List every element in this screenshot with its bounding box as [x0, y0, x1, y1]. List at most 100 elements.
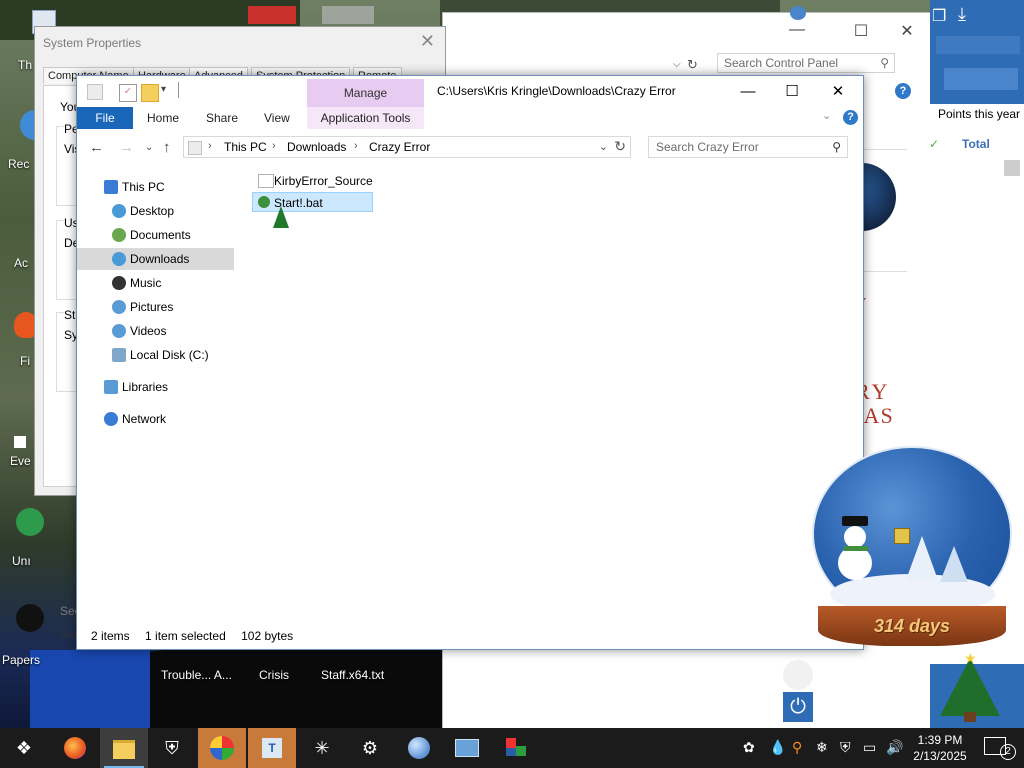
window-icon[interactable]: ❐ — [932, 6, 946, 26]
snow-globe-widget[interactable]: 314 days — [810, 446, 1014, 666]
nav-item-videos[interactable]: Videos — [77, 320, 234, 342]
taskbar-file-explorer[interactable] — [100, 728, 148, 768]
desktop-icon-label[interactable]: Staff.x64.txt — [321, 668, 384, 682]
volume-icon[interactable]: 🔊 — [886, 739, 903, 756]
window-title: C:\Users\Kris Kringle\Downloads\Crazy Er… — [437, 84, 676, 98]
breadcrumb-this-pc[interactable]: This PC — [224, 140, 267, 154]
desktop-icon-label[interactable]: Trouble... A... — [161, 668, 232, 682]
close-button[interactable]: ✕ — [815, 78, 861, 106]
panel-button[interactable] — [944, 68, 1018, 90]
notification-button[interactable]: 2 — [980, 728, 1024, 768]
list-item[interactable]: Start!.bat — [252, 192, 373, 212]
app-circle-icon[interactable] — [16, 508, 44, 536]
tray-app-icon[interactable]: ✿ — [743, 739, 755, 756]
minimize-button[interactable]: — — [777, 21, 817, 43]
chevron-down-icon[interactable]: ⌵ — [673, 59, 681, 70]
refresh-icon[interactable]: ↻ — [687, 57, 698, 73]
chevron-down-icon[interactable]: ⌄ — [822, 109, 831, 122]
desktop-icon — [112, 204, 126, 218]
taskbar: ❖ ⛨ T ✳ ⚙ ✿ 💧 ⚲ ❄ ⛨ ▭ 🔊 1:39 PM 2/13/202… — [0, 728, 1024, 768]
desktop-icon-label[interactable]: Rec — [8, 157, 29, 171]
chevron-down-icon[interactable]: ⌄ — [599, 140, 608, 153]
nav-item-this-pc[interactable]: This PC — [77, 176, 234, 198]
desktop-icon-label[interactable]: Unı — [12, 554, 31, 568]
status-bar: 2 items 1 item selected 102 bytes — [91, 629, 305, 643]
taskbar-app-star[interactable]: ✳ — [298, 728, 346, 768]
back-button[interactable]: ← — [89, 139, 104, 156]
power-icon[interactable]: ⏻ — [783, 692, 813, 722]
pin-icon[interactable]: ⤓ — [958, 4, 966, 25]
chevron-right-icon[interactable]: › — [272, 140, 276, 152]
tab-share[interactable]: Share — [206, 107, 238, 129]
tab-view[interactable]: View — [264, 107, 290, 129]
disk-icon — [112, 348, 126, 362]
taskbar-app-colorful[interactable] — [198, 728, 246, 768]
desktop-icon-label[interactable]: Papers — [2, 653, 40, 667]
refresh-icon[interactable]: ↻ — [614, 138, 626, 155]
desktop-icon-label[interactable]: Fi — [20, 354, 30, 368]
minimize-button[interactable]: — — [725, 78, 771, 106]
start-button[interactable]: ❖ — [0, 728, 48, 768]
taskbar-app-globe[interactable] — [394, 728, 442, 768]
recent-locations-icon[interactable]: ⌄ — [145, 142, 153, 153]
tray-snowflake-icon[interactable]: ❄ — [816, 739, 828, 756]
nav-item-network[interactable]: Network — [77, 408, 234, 430]
app-dark-icon[interactable] — [16, 604, 44, 632]
tray-drop-icon[interactable]: 💧 — [769, 739, 786, 756]
breadcrumb-crazy-error[interactable]: Crazy Error — [369, 140, 430, 154]
file-explorer-window[interactable]: ✓ ▾ Manage Application Tools C:\Users\Kr… — [76, 75, 864, 650]
tray-search-icon[interactable]: ⚲ — [792, 739, 802, 756]
desktop-icon-label[interactable]: Ac — [14, 256, 28, 270]
nav-item-libraries[interactable]: Libraries — [77, 376, 234, 398]
maximize-button[interactable]: ☐ — [769, 78, 815, 106]
thumbnail-image — [322, 6, 374, 24]
help-icon[interactable]: ? — [843, 110, 858, 125]
dropdown-field[interactable] — [936, 36, 1020, 54]
list-item[interactable]: KirbyError_Source — [252, 171, 452, 191]
up-button[interactable]: ↑ — [163, 139, 171, 156]
control-panel-search-input[interactable]: Search Control Panel ⚲ — [717, 53, 895, 73]
qat-dropdown-icon[interactable]: ▾ — [161, 84, 177, 100]
close-button[interactable]: ✕ — [887, 21, 927, 43]
chevron-right-icon[interactable]: › — [354, 140, 358, 152]
manage-context-tab[interactable]: Manage — [307, 79, 424, 107]
address-bar[interactable]: › This PC › Downloads › Crazy Error ⌄ ↻ — [183, 136, 631, 158]
taskbar-firefox[interactable] — [50, 728, 98, 768]
breadcrumb-downloads[interactable]: Downloads — [287, 140, 346, 154]
tab-file[interactable]: File — [77, 107, 133, 129]
system-clock[interactable]: 1:39 PM 2/13/2025 — [905, 732, 975, 764]
maximize-button[interactable]: ☐ — [841, 21, 881, 43]
tab-home[interactable]: Home — [147, 107, 179, 129]
nav-item-downloads[interactable]: Downloads — [77, 248, 234, 270]
nav-item-local-disk[interactable]: Local Disk (C:) — [77, 344, 234, 366]
desktop-icon-label[interactable]: Th — [18, 58, 32, 72]
nav-item-pictures[interactable]: Pictures — [77, 296, 234, 318]
properties-icon[interactable]: ✓ — [119, 84, 137, 102]
search-icon: ⚲ — [832, 140, 841, 154]
documents-icon — [112, 228, 126, 242]
nav-item-music[interactable]: Music — [77, 272, 234, 294]
close-button[interactable]: ✕ — [420, 31, 435, 52]
taskbar-app-t[interactable]: T — [248, 728, 296, 768]
taskbar-app-monitor[interactable] — [442, 728, 490, 768]
network-icon[interactable]: ▭ — [863, 739, 876, 756]
taskbar-settings[interactable]: ⚙ — [346, 728, 394, 768]
forward-button[interactable]: → — [119, 139, 134, 156]
scrollbar-thumb[interactable] — [1004, 160, 1020, 176]
help-icon[interactable]: ? — [895, 83, 911, 99]
new-folder-icon[interactable] — [141, 84, 159, 102]
desktop-icon-label[interactable]: Eve — [10, 454, 31, 468]
desktop-icon-label[interactable]: Crisis — [259, 668, 289, 682]
firefox-icon — [64, 737, 86, 759]
taskbar-app-blocks[interactable] — [492, 728, 540, 768]
tab-application-tools[interactable]: Application Tools — [307, 107, 424, 129]
christmas-tree-widget[interactable]: ★ — [930, 650, 1010, 726]
power-circle[interactable] — [783, 660, 813, 690]
folder-small-icon — [87, 84, 103, 100]
nav-item-desktop[interactable]: Desktop — [77, 200, 234, 222]
chevron-right-icon[interactable]: › — [208, 140, 212, 152]
tray-shield-icon[interactable]: ⛨ — [840, 739, 851, 756]
taskbar-security[interactable]: ⛨ — [148, 728, 196, 768]
nav-item-documents[interactable]: Documents — [77, 224, 234, 246]
search-input[interactable]: Search Crazy Error ⚲ — [648, 136, 848, 158]
